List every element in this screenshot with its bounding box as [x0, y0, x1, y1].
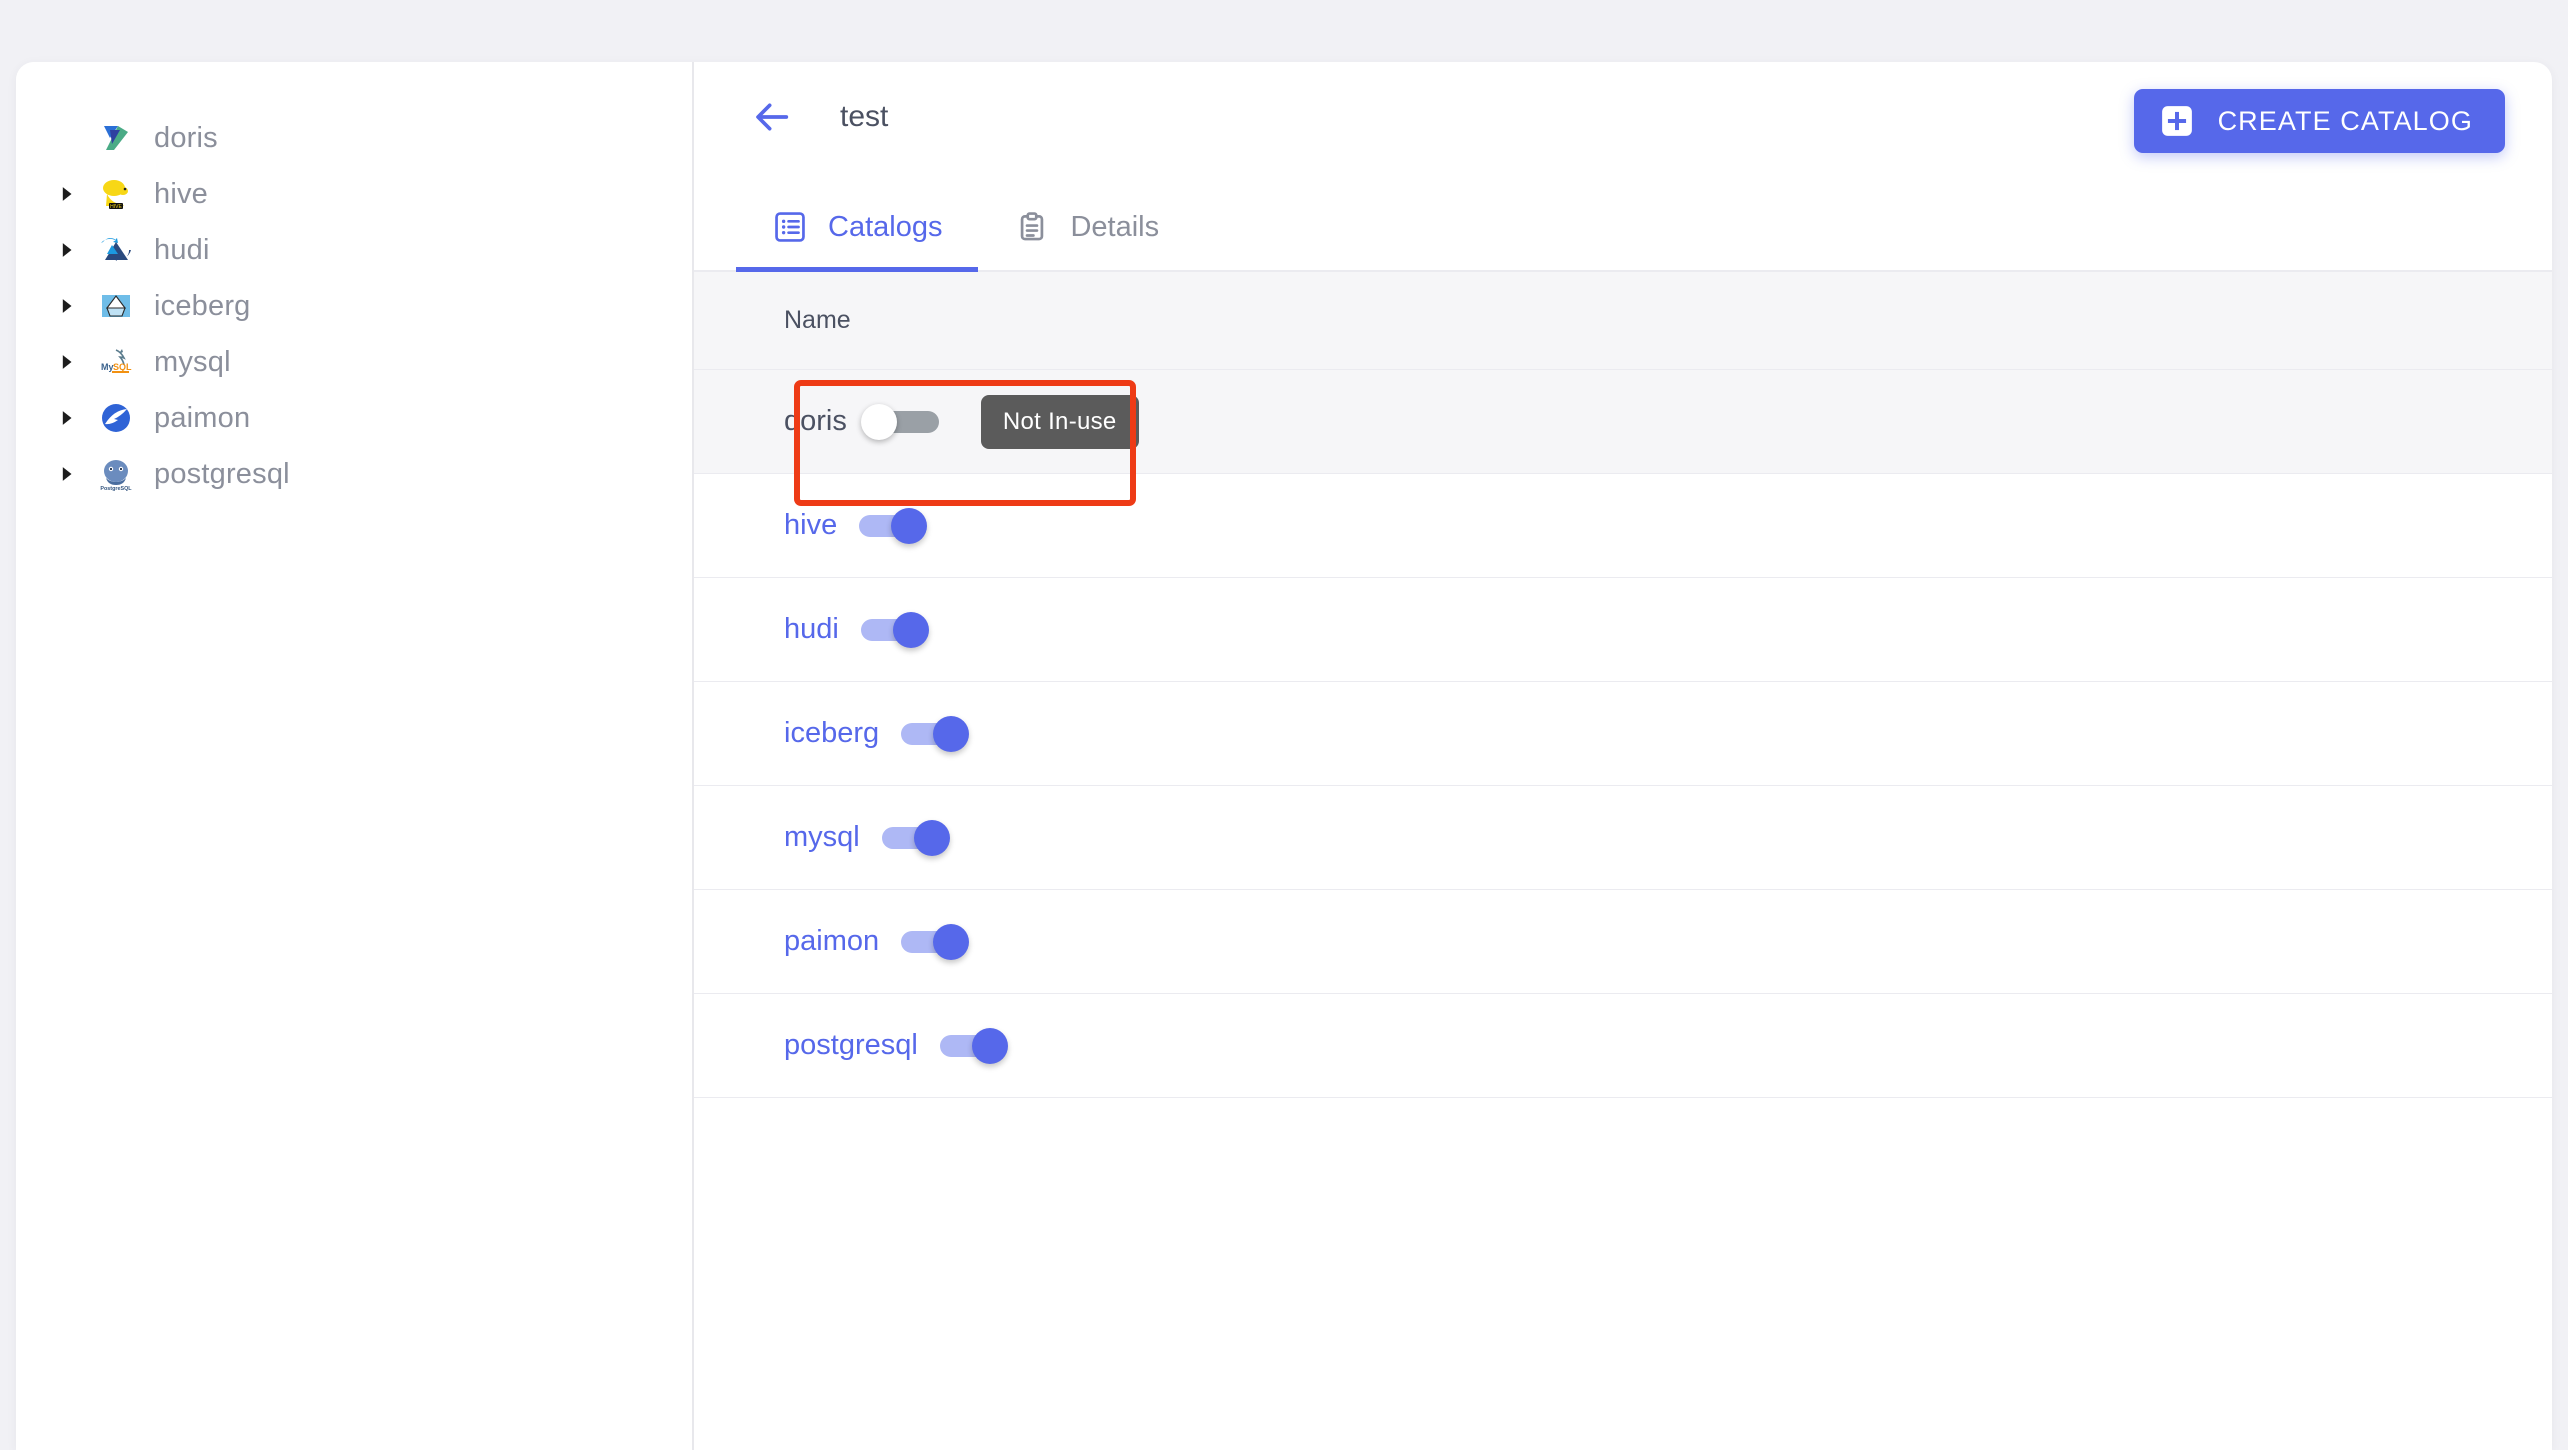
hudi-logo-icon — [94, 231, 138, 269]
sidebar-item-postgresql[interactable]: PostgreSQL postgresql — [16, 446, 692, 502]
column-header-name: Name — [694, 306, 851, 335]
catalog-name-cell: hive — [694, 509, 927, 543]
catalog-name-link[interactable]: paimon — [784, 925, 879, 958]
mysql-enable-toggle[interactable] — [874, 821, 950, 855]
catalog-name-link[interactable]: postgresql — [784, 1029, 918, 1062]
mysql-logo-icon: MySQL — [94, 343, 138, 381]
sidebar-item-hudi[interactable]: hudi — [16, 222, 692, 278]
sidebar-item-doris[interactable]: doris — [16, 110, 692, 166]
sidebar-item-label: doris — [154, 122, 218, 155]
app-card: doris HIVE hive hudi iceberg MySQL mysql paimon… — [16, 62, 2552, 1450]
sidebar-item-label: paimon — [154, 402, 250, 435]
catalog-tree-sidebar: doris HIVE hive hudi iceberg MySQL mysql paimon… — [16, 62, 694, 1450]
create-catalog-button[interactable]: CREATE CATALOG — [2134, 89, 2505, 153]
toggle-tooltip: Not In-use — [981, 395, 1139, 449]
tab-details[interactable]: Details — [978, 184, 1195, 270]
sidebar-item-mysql[interactable]: MySQL mysql — [16, 334, 692, 390]
svg-text:PostgreSQL: PostgreSQL — [100, 486, 132, 492]
catalog-name-link[interactable]: hive — [784, 509, 837, 542]
sidebar-item-label: mysql — [154, 346, 231, 379]
catalog-name-cell: doris Not In-use — [694, 395, 1139, 449]
paimon-logo-icon — [94, 399, 138, 437]
panel-header: test CREATE CATALOG — [694, 62, 2552, 172]
chevron-right-icon[interactable] — [54, 241, 80, 259]
catalog-name-cell: hudi — [694, 613, 929, 647]
plus-square-icon — [2160, 104, 2194, 138]
sidebar-item-hive[interactable]: HIVE hive — [16, 166, 692, 222]
chevron-right-icon[interactable] — [54, 409, 80, 427]
iceberg-enable-toggle[interactable] — [893, 717, 969, 751]
sidebar-item-label: iceberg — [154, 290, 251, 323]
table-row: iceberg — [694, 682, 2552, 786]
iceberg-logo-icon — [94, 287, 138, 325]
postgresql-logo-icon: PostgreSQL — [94, 455, 138, 493]
hive-enable-toggle[interactable] — [851, 509, 927, 543]
table-row: hive — [694, 474, 2552, 578]
chevron-right-icon[interactable] — [54, 297, 80, 315]
catalog-name-cell: iceberg — [694, 717, 969, 751]
postgresql-enable-toggle[interactable] — [932, 1029, 1008, 1063]
catalogs-table: Name Actions doris Not In-use hive hudi iceb… — [694, 272, 2552, 1450]
catalog-name-link[interactable]: iceberg — [784, 717, 879, 750]
table-row: doris Not In-use — [694, 370, 2552, 474]
doris-logo-icon — [94, 119, 138, 157]
clipboard-icon — [1014, 209, 1050, 245]
toggle-knob — [972, 1028, 1008, 1064]
hudi-enable-toggle[interactable] — [853, 613, 929, 647]
toggle-knob — [893, 612, 929, 648]
tab-catalogs-label: Catalogs — [828, 211, 942, 244]
toggle-knob — [933, 924, 969, 960]
catalog-name-cell: paimon — [694, 925, 969, 959]
table-body: doris Not In-use hive hudi iceberg mysql paimo… — [694, 370, 2552, 1098]
catalog-name-link[interactable]: doris — [784, 405, 847, 438]
tab-catalogs[interactable]: Catalogs — [736, 184, 978, 270]
tab-bar: Catalogs Details — [694, 172, 2552, 272]
table-row: postgresql — [694, 994, 2552, 1098]
sidebar-item-label: postgresql — [154, 458, 290, 491]
sidebar-item-iceberg[interactable]: iceberg — [16, 278, 692, 334]
sidebar-item-label: hudi — [154, 234, 210, 267]
table-row: hudi — [694, 578, 2552, 682]
svg-text:SQL: SQL — [113, 362, 132, 372]
table-row: paimon — [694, 890, 2552, 994]
chevron-right-icon[interactable] — [54, 353, 80, 371]
arrow-left-icon[interactable] — [746, 90, 800, 144]
sidebar-item-paimon[interactable]: paimon — [16, 390, 692, 446]
chevron-right-icon[interactable] — [54, 185, 80, 203]
toggle-knob — [891, 508, 927, 544]
hive-logo-icon: HIVE — [94, 175, 138, 213]
catalog-name-link[interactable]: hudi — [784, 613, 839, 646]
tab-details-label: Details — [1070, 211, 1159, 244]
table-header-row: Name Actions — [694, 272, 2552, 370]
chevron-right-icon[interactable] — [54, 465, 80, 483]
list-icon — [772, 209, 808, 245]
svg-text:HIVE: HIVE — [110, 204, 122, 210]
toggle-knob — [933, 716, 969, 752]
paimon-enable-toggle[interactable] — [893, 925, 969, 959]
main-panel: test CREATE CATALOG — [694, 62, 2552, 1450]
doris-enable-toggle[interactable] — [861, 405, 937, 439]
create-catalog-label: CREATE CATALOG — [2218, 106, 2473, 137]
catalog-name-link[interactable]: mysql — [784, 821, 860, 854]
svg-text:My: My — [101, 362, 114, 372]
catalog-name-cell: mysql — [694, 821, 950, 855]
toggle-knob — [914, 820, 950, 856]
sidebar-item-label: hive — [154, 178, 208, 211]
toggle-knob — [861, 404, 897, 440]
page-title: test — [840, 100, 888, 134]
catalog-name-cell: postgresql — [694, 1029, 1008, 1063]
table-row: mysql — [694, 786, 2552, 890]
